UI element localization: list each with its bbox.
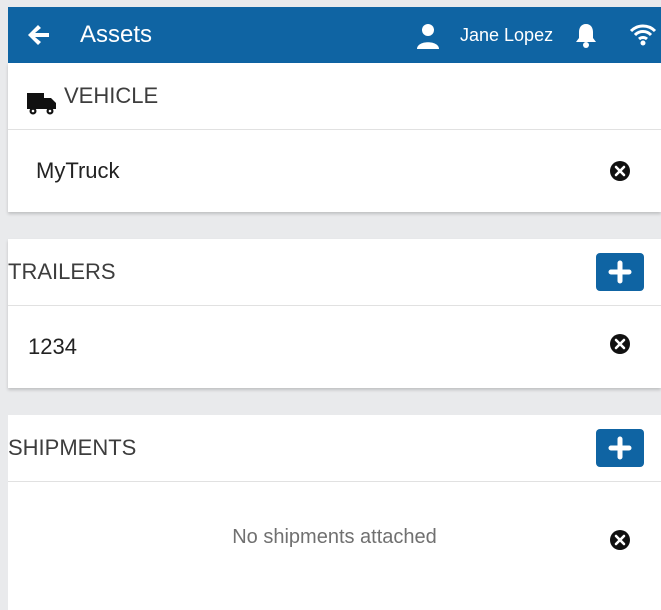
vehicle-header: VEHICLE — [8, 63, 661, 130]
bell-icon[interactable] — [574, 22, 598, 48]
empty-state-text: No shipments attached — [232, 526, 437, 548]
trailer-item[interactable]: 1234 — [8, 306, 661, 388]
shipments-list: No shipments attached — [8, 482, 661, 610]
vehicle-value: MyTruck — [36, 158, 120, 183]
wifi-icon — [629, 24, 657, 46]
trailers-heading: TRAILERS — [8, 259, 116, 284]
shipments-header: SHIPMENTS — [8, 415, 661, 482]
vehicle-item[interactable]: MyTruck — [8, 130, 661, 212]
page-title: Assets — [80, 21, 153, 48]
trailers-panel: TRAILERS 1234 — [8, 239, 661, 388]
remove-shipment-icon[interactable] — [609, 529, 631, 551]
vehicle-heading: VEHICLE — [64, 83, 159, 108]
user-icon[interactable] — [416, 23, 440, 49]
plus-icon — [608, 436, 632, 460]
truck-icon — [27, 93, 56, 115]
vehicle-panel: VEHICLE MyTruck — [8, 63, 661, 212]
shipments-panel: SHIPMENTS No shipments attached — [8, 415, 661, 610]
add-trailer-button[interactable] — [596, 253, 644, 291]
add-shipment-button[interactable] — [596, 429, 644, 467]
user-name[interactable]: Jane Lopez — [460, 24, 553, 46]
remove-vehicle-icon[interactable] — [609, 160, 631, 182]
trailer-value: 1234 — [28, 334, 77, 359]
shipments-heading: SHIPMENTS — [8, 435, 137, 460]
remove-trailer-icon[interactable] — [609, 333, 631, 355]
arrow-left-icon[interactable] — [24, 21, 52, 49]
trailers-header: TRAILERS — [8, 239, 661, 306]
top-bar: Assets Jane Lopez — [8, 7, 661, 63]
plus-icon — [608, 260, 632, 284]
